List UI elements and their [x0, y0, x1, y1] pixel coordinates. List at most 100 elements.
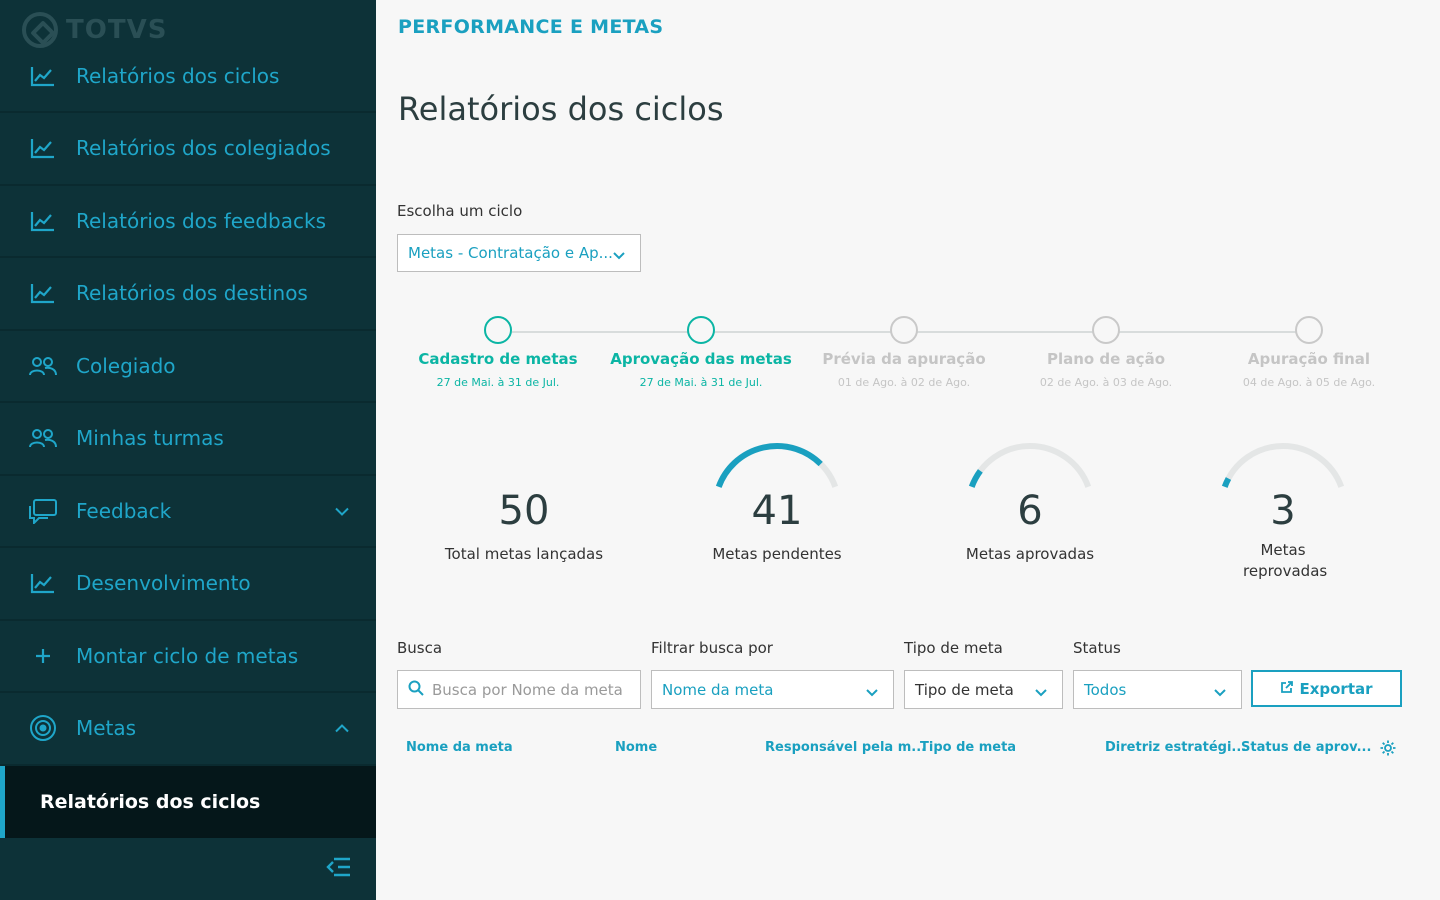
column-header-nome-meta[interactable]: Nome da meta [406, 740, 513, 755]
gear-icon[interactable] [1379, 739, 1397, 761]
stat-label: Metas pendentes [712, 545, 842, 563]
cycle-stepper: Cadastro de metas 27 de Mai. à 31 de Jul… [398, 316, 1408, 396]
stat-label: Metas aprovadas [965, 545, 1095, 563]
step-date: 27 de Mai. à 31 de Jul. [436, 376, 560, 389]
sidebar-item-desenvolvimento[interactable]: Desenvolvimento [0, 548, 376, 621]
sidebar-item-label: Minhas turmas [76, 426, 224, 451]
export-button[interactable]: Exportar [1251, 670, 1402, 707]
sidebar-item-label: Relatórios dos feedbacks [76, 208, 326, 233]
column-header-nome[interactable]: Nome [615, 740, 657, 755]
sidebar-subitem-relatorios-ciclos[interactable]: Relatórios dos ciclos [0, 765, 376, 838]
step-dot [1295, 316, 1323, 344]
status-label: Status [1073, 639, 1121, 657]
sidebar-item-label: Desenvolvimento [76, 571, 251, 596]
cycle-label: Escolha um ciclo [397, 202, 523, 220]
status-select[interactable]: Todos [1073, 670, 1242, 709]
chevron-down-icon [612, 247, 626, 265]
column-header-diretriz[interactable]: Diretriz estratégi... [1105, 740, 1246, 755]
stat-label: Metas reprovadas [1243, 541, 1328, 580]
step-name: Prévia da apuração [822, 350, 986, 368]
chart-line-icon [28, 572, 58, 594]
step-date: 04 de Ago. à 05 de Ago. [1242, 376, 1376, 389]
filter-by-value: Nome da meta [662, 680, 774, 699]
chevron-down-icon [865, 684, 879, 702]
step-date: 01 de Ago. à 02 de Ago. [837, 376, 971, 389]
sidebar-item-feedback[interactable]: Feedback [0, 476, 376, 548]
type-value: Tipo de meta [915, 680, 1014, 699]
search-input[interactable] [432, 680, 622, 699]
step-dot [687, 316, 715, 344]
stat-aprovadas: 6 Metas aprovadas [930, 436, 1130, 563]
filter-by-label: Filtrar busca por [651, 639, 773, 657]
sidebar-item-relatorios-colegiados[interactable]: Relatórios dos colegiados [0, 113, 376, 186]
chevron-down-icon[interactable] [334, 501, 350, 520]
search-field[interactable] [397, 670, 641, 709]
sidebar-subitem-label: Relatórios dos ciclos [40, 790, 261, 813]
step-previa[interactable]: Prévia da apuração 01 de Ago. à 02 de Ag… [804, 316, 1004, 389]
collapse-menu-icon[interactable] [326, 856, 352, 882]
users-icon [28, 427, 58, 449]
status-value: Todos [1084, 680, 1127, 699]
chart-line-icon [28, 137, 58, 159]
chart-line-icon [28, 65, 58, 87]
sidebar-item-relatorios-ciclos[interactable]: Relatórios dos ciclos [0, 40, 376, 113]
step-dot [484, 316, 512, 344]
sidebar-item-label: Feedback [76, 498, 172, 523]
sidebar-item-label: Metas [76, 716, 137, 741]
column-header-status[interactable]: Status de aprov... [1241, 740, 1371, 755]
step-name: Cadastro de metas [418, 350, 578, 368]
page-title: Relatórios dos ciclos [398, 90, 724, 128]
chevron-down-icon [1034, 684, 1048, 702]
step-dot [890, 316, 918, 344]
search-icon [408, 680, 424, 700]
sidebar-item-relatorios-destinos[interactable]: Relatórios dos destinos [0, 258, 376, 331]
step-name: Apuração final [1247, 350, 1371, 368]
search-label: Busca [397, 639, 443, 657]
target-icon [28, 714, 58, 742]
step-name: Plano de ação [1046, 350, 1166, 368]
stat-value: 6 [1017, 488, 1043, 534]
stat-value: 41 [751, 488, 803, 534]
sidebar-item-label: Relatórios dos destinos [76, 281, 308, 306]
step-date: 27 de Mai. à 31 de Jul. [639, 376, 763, 389]
stat-reprovadas: 3 Metas reprovadas [1183, 436, 1383, 580]
step-plano[interactable]: Plano de ação 02 de Ago. à 03 de Ago. [1006, 316, 1206, 389]
sidebar-item-montar-ciclo[interactable]: Montar ciclo de metas [0, 621, 376, 693]
step-cadastro[interactable]: Cadastro de metas 27 de Mai. à 31 de Jul… [398, 316, 598, 389]
chevron-up-icon[interactable] [334, 719, 350, 738]
sidebar-item-label: Montar ciclo de metas [76, 643, 299, 668]
type-label: Tipo de meta [904, 639, 1003, 657]
step-apuracao-final[interactable]: Apuração final 04 de Ago. à 05 de Ago. [1209, 316, 1409, 389]
chevron-down-icon [1213, 684, 1227, 702]
main-content: PERFORMANCE E METAS Relatórios dos ciclo… [376, 0, 1440, 900]
users-icon [28, 355, 58, 377]
column-header-responsavel[interactable]: Responsável pela m... [765, 740, 926, 755]
sidebar: TOTVS Relatórios dos ciclos Relatórios d… [0, 0, 376, 900]
stat-pendentes: 41 Metas pendentes [677, 436, 877, 563]
sidebar-nav: Relatórios dos ciclos Relatórios dos col… [0, 40, 376, 838]
step-aprovacao[interactable]: Aprovação das metas 27 de Mai. à 31 de J… [601, 316, 801, 389]
filter-by-select[interactable]: Nome da meta [651, 670, 894, 709]
step-date: 02 de Ago. à 03 de Ago. [1039, 376, 1173, 389]
chart-line-icon [28, 210, 58, 232]
stat-value: 3 [1270, 488, 1296, 534]
sidebar-item-minhas-turmas[interactable]: Minhas turmas [0, 403, 376, 476]
column-header-tipo-meta[interactable]: Tipo de meta [920, 740, 1016, 755]
plus-icon [28, 647, 58, 665]
chart-line-icon [28, 282, 58, 304]
stat-value: 50 [498, 488, 550, 534]
sidebar-item-label: Colegiado [76, 353, 176, 378]
sidebar-item-colegiado[interactable]: Colegiado [0, 331, 376, 403]
sidebar-item-label: Relatórios dos ciclos [76, 63, 280, 88]
export-label: Exportar [1299, 679, 1373, 698]
cycle-select[interactable]: Metas - Contratação e Ap... [397, 234, 641, 272]
step-dot [1092, 316, 1120, 344]
step-name: Aprovação das metas [610, 350, 792, 368]
external-link-icon [1280, 680, 1294, 698]
chat-icon [28, 498, 58, 524]
breadcrumb[interactable]: PERFORMANCE E METAS [398, 16, 663, 38]
cycle-select-value: Metas - Contratação e Ap... [408, 244, 613, 262]
sidebar-item-relatorios-feedbacks[interactable]: Relatórios dos feedbacks [0, 186, 376, 258]
sidebar-item-metas[interactable]: Metas [0, 693, 376, 766]
type-select[interactable]: Tipo de meta [904, 670, 1063, 709]
